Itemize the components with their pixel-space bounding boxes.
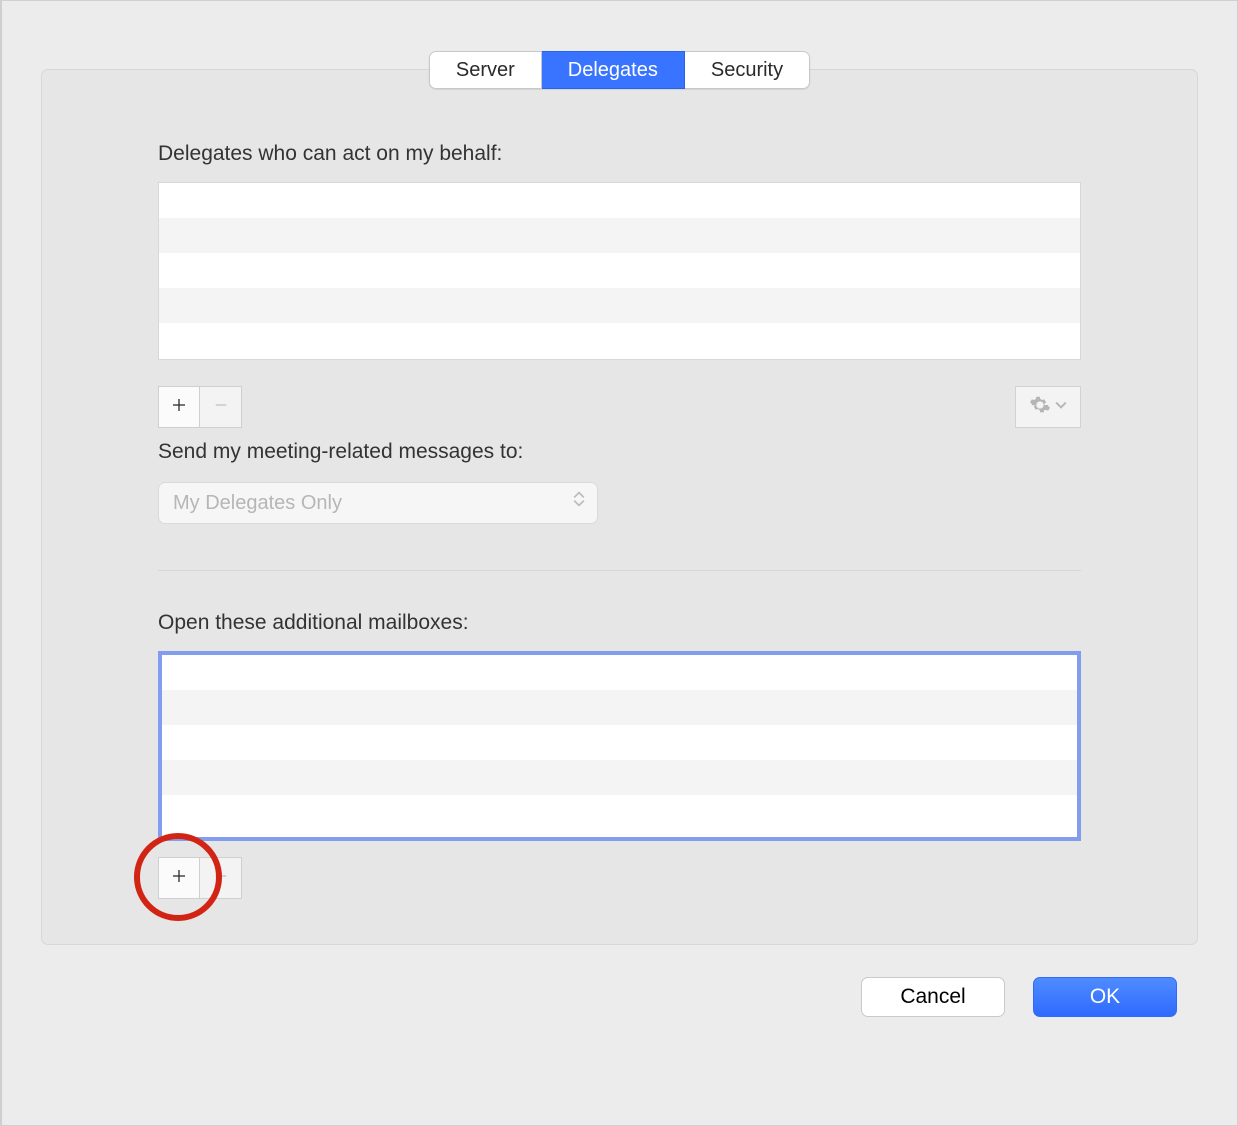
remove-mailbox-button[interactable] [200,857,242,899]
send-to-value: My Delegates Only [173,492,342,515]
dialog-footer: Cancel OK [861,977,1177,1017]
delegates-list[interactable] [158,182,1081,360]
delegates-panel: Delegates who can act on my behalf: [41,69,1198,945]
additional-mailboxes-list[interactable] [158,651,1081,841]
send-to-popup[interactable]: My Delegates Only [158,482,598,524]
add-delegate-button[interactable] [158,386,200,428]
updown-icon [573,491,585,507]
tab-bar: Server Delegates Security [2,51,1237,89]
remove-delegate-button[interactable] [200,386,242,428]
mailboxes-label: Open these additional mailboxes: [158,611,1081,635]
advanced-settings-window: Server Delegates Security Delegates who … [0,0,1238,1126]
send-to-label: Send my meeting-related messages to: [158,440,598,464]
divider [158,570,1081,571]
gear-icon [1029,394,1051,421]
plus-icon [170,394,188,420]
delegate-options-button[interactable] [1015,386,1081,428]
tab-delegates[interactable]: Delegates [542,51,685,89]
cancel-button[interactable]: Cancel [861,977,1005,1017]
tab-server[interactable]: Server [429,51,542,89]
tab-security[interactable]: Security [685,51,810,89]
delegates-label: Delegates who can act on my behalf: [158,142,1081,166]
minus-icon [212,865,230,891]
add-mailbox-button[interactable] [158,857,200,899]
plus-icon [170,865,188,891]
chevron-down-icon [1055,398,1067,416]
ok-button[interactable]: OK [1033,977,1177,1017]
minus-icon [212,394,230,420]
